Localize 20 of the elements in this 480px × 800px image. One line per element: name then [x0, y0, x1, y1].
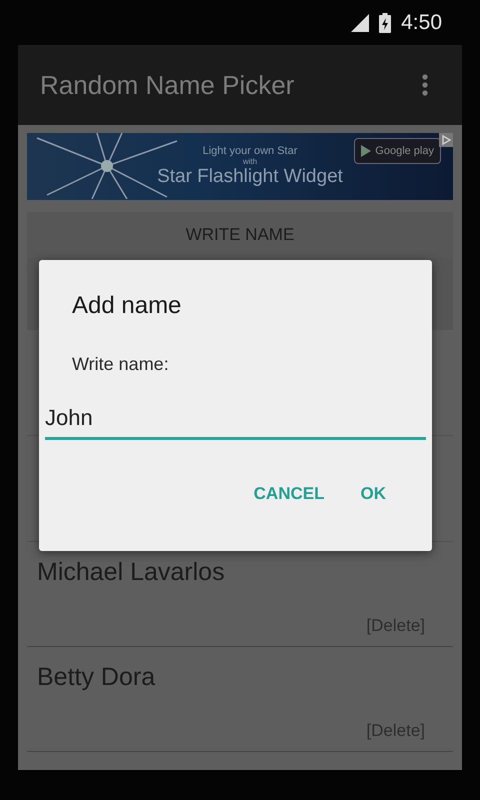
ad-headline: Star Flashlight Widget: [157, 166, 343, 188]
ad-banner[interactable]: Light your own Star with Star Flashlight Widget Google play: [27, 133, 453, 200]
status-time: 4:50: [401, 10, 442, 34]
overflow-menu-icon[interactable]: [422, 74, 428, 96]
store-badge-label: Google play: [375, 145, 434, 157]
ad-tagline: with: [242, 157, 258, 166]
dialog-title: Add name: [72, 292, 182, 320]
field-label: Write name:: [72, 354, 170, 375]
signal-icon: [349, 14, 370, 32]
ad-choices-icon[interactable]: [439, 133, 453, 147]
store-badge[interactable]: Google play: [354, 138, 441, 164]
dialog-button[interactable]: OK: [352, 480, 394, 508]
name-text: Betty Dora: [36, 662, 156, 692]
battery-icon: [379, 12, 392, 32]
app-title: Random Name Picker: [40, 70, 294, 100]
dialog-button[interactable]: CANCEL: [246, 480, 332, 508]
name-text: Michael Lavarlos: [36, 557, 226, 587]
ad-tagline: Light your own Star: [202, 145, 298, 157]
name-input-field[interactable]: John: [45, 405, 426, 440]
play-icon: [361, 145, 372, 157]
